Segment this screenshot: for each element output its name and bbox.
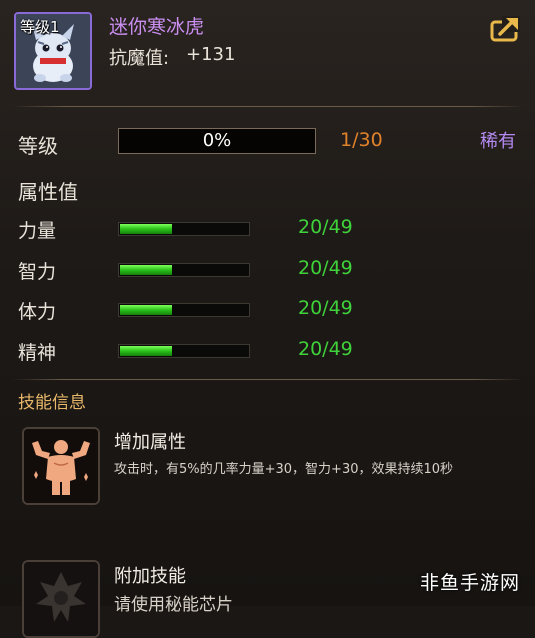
stat-bar-fill <box>120 346 172 356</box>
stat-bar <box>118 344 250 358</box>
level-count: 1/30 <box>340 129 383 151</box>
pet-header: 等级1 迷你寒冰虎 抗魔值: +131 <box>0 0 535 100</box>
header-divider <box>12 106 524 107</box>
skill-name: 附加技能 <box>114 566 186 587</box>
skill-slot-1[interactable] <box>22 427 100 505</box>
stat-value: 20/49 <box>298 216 353 238</box>
stat-row-spirit: 精神 20/49 <box>0 336 535 366</box>
stat-bar-fill <box>120 224 172 234</box>
stat-bar-fill <box>120 305 172 315</box>
stat-bar <box>118 222 250 236</box>
stat-label: 精神 <box>18 342 57 364</box>
stat-bar <box>118 263 250 277</box>
pet-portrait[interactable]: 等级1 <box>14 12 92 90</box>
pet-info-panel: 等级1 迷你寒冰虎 抗魔值: +131 等级 0% 1/30 稀有 属性值 力量… <box>0 0 535 638</box>
magic-resist-label: 抗魔值: <box>109 48 170 69</box>
rarity-badge: 稀有 <box>480 131 516 152</box>
skill-name: 增加属性 <box>114 432 186 453</box>
attributes-title: 属性值 <box>18 180 78 204</box>
attributes-divider <box>12 379 524 380</box>
level-progress-bar: 0% <box>118 128 316 154</box>
locked-skill-icon <box>24 562 98 636</box>
stat-value: 20/49 <box>298 257 353 279</box>
level-progress-text: 0% <box>202 130 232 151</box>
stat-bar <box>118 303 250 317</box>
skill-description: 请使用秘能芯片 <box>114 595 233 615</box>
stat-label: 智力 <box>18 261 57 283</box>
stat-label: 体力 <box>18 301 57 323</box>
magic-resist-value: +131 <box>186 44 236 65</box>
share-icon[interactable] <box>490 16 520 42</box>
stat-value: 20/49 <box>298 338 353 360</box>
level-label: 等级 <box>18 134 58 158</box>
stat-row-strength: 力量 20/49 <box>0 214 535 244</box>
pet-level-badge: 等级1 <box>20 18 60 36</box>
stat-row-stamina: 体力 20/49 <box>0 295 535 325</box>
stat-row-intelligence: 智力 20/49 <box>0 255 535 285</box>
stat-label: 力量 <box>18 220 57 242</box>
stat-value: 20/49 <box>298 297 353 319</box>
pet-name: 迷你寒冰虎 <box>109 16 205 38</box>
skill-slot-2[interactable] <box>22 560 100 638</box>
skill-description: 攻击时，有5%的几率力量+30，智力+30，效果持续10秒 <box>114 462 454 477</box>
stat-bar-fill <box>120 265 172 275</box>
site-watermark: 非鱼手游网 <box>420 572 521 594</box>
muscle-icon <box>24 429 98 503</box>
skills-title: 技能信息 <box>18 393 86 413</box>
